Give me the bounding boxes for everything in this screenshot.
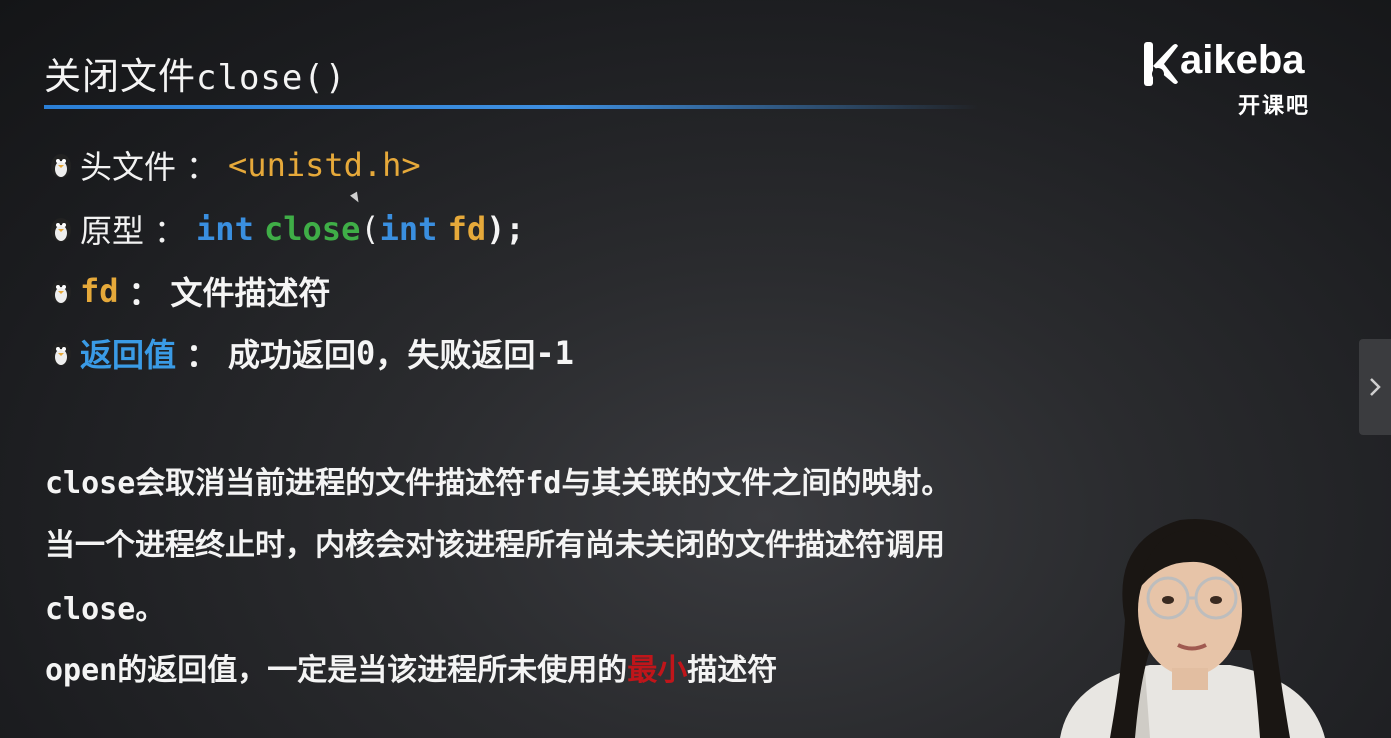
keyword-int-arg: int <box>379 210 438 248</box>
prototype-tail: ); <box>486 210 525 248</box>
slide-title: 关闭文件close() <box>44 46 346 100</box>
arg-fd: fd <box>447 210 487 248</box>
logo-brand-text: aikeba <box>1180 38 1305 82</box>
paragraph-line-3: close。 <box>45 584 165 628</box>
brand-logo: aikeba 开课吧 <box>1142 38 1332 119</box>
logo-subtitle: 开课吧 <box>1238 94 1311 119</box>
paren-open: ( <box>360 210 380 248</box>
paragraph-line-4: open的返回值，一定是当该进程所未使用的最小描述符 <box>45 645 777 689</box>
line2-text: 当一个进程终止时，内核会对该进程所有尚未关闭的文件描述符调用 <box>45 528 945 563</box>
penguin-icon <box>51 154 71 178</box>
line4-text-b: 描述符 <box>687 653 778 688</box>
line1-text-a: 会取消当前进程的文件描述符 <box>135 466 526 501</box>
code-close: close <box>45 466 136 501</box>
code-close: close <box>45 592 136 627</box>
code-fd: fd <box>525 466 562 501</box>
penguin-icon <box>51 342 71 366</box>
header-file-value: <unistd.h> <box>228 146 421 184</box>
bullet-label-fd: fd <box>80 272 119 310</box>
mouse-cursor <box>350 191 362 205</box>
line1-text-b: 与其关联的文件之间的映射。 <box>561 466 952 501</box>
bullet-sep: ： <box>186 148 219 186</box>
logo-k-icon <box>1144 42 1178 86</box>
next-slide-button[interactable] <box>1359 339 1391 435</box>
penguin-icon <box>51 280 71 304</box>
title-code: close() <box>196 58 347 98</box>
bullet-sep: ： <box>128 274 161 312</box>
return-zero: 0 <box>356 334 376 372</box>
highlight-smallest: 最小 <box>627 653 688 688</box>
penguin-icon <box>51 218 71 242</box>
bullet-label: 原型 <box>80 212 145 250</box>
bullet-header-file: 头文件： <unistd.h> <box>46 142 421 188</box>
return-fail-text: ，失败返回 <box>375 336 536 374</box>
bullet-prototype: 原型： int close(int fd); <box>46 206 525 252</box>
fd-description: 文件描述符 <box>170 274 331 312</box>
paragraph-line-2: 当一个进程终止时，内核会对该进程所有尚未关闭的文件描述符调用 <box>45 520 945 564</box>
bullet-return-value: 返回值：成功返回 0 ，失败返回 -1 <box>46 330 574 376</box>
paragraph-line-1: close会取消当前进程的文件描述符fd与其关联的文件之间的映射。 <box>45 458 951 502</box>
bullet-label: 头文件 <box>80 148 177 186</box>
code-open: open <box>45 653 118 688</box>
title-underline <box>44 105 979 109</box>
function-close: close <box>264 210 361 248</box>
chevron-right-icon <box>1370 378 1381 396</box>
title-text: 关闭文件 <box>44 55 196 98</box>
bullet-label-return: 返回值 <box>80 336 177 374</box>
bullet-sep: ： <box>186 336 219 374</box>
presenter-webcam <box>1060 519 1325 738</box>
return-success-text: 成功返回 <box>228 336 357 374</box>
keyword-int: int <box>196 210 254 248</box>
line4-text-a: 的返回值，一定是当该进程所未使用的 <box>117 653 628 688</box>
return-neg-one: -1 <box>535 334 574 372</box>
line3-tail: 。 <box>135 592 166 627</box>
bullet-fd: fd：文件描述符 <box>46 268 331 314</box>
bullet-sep: ： <box>154 212 187 250</box>
